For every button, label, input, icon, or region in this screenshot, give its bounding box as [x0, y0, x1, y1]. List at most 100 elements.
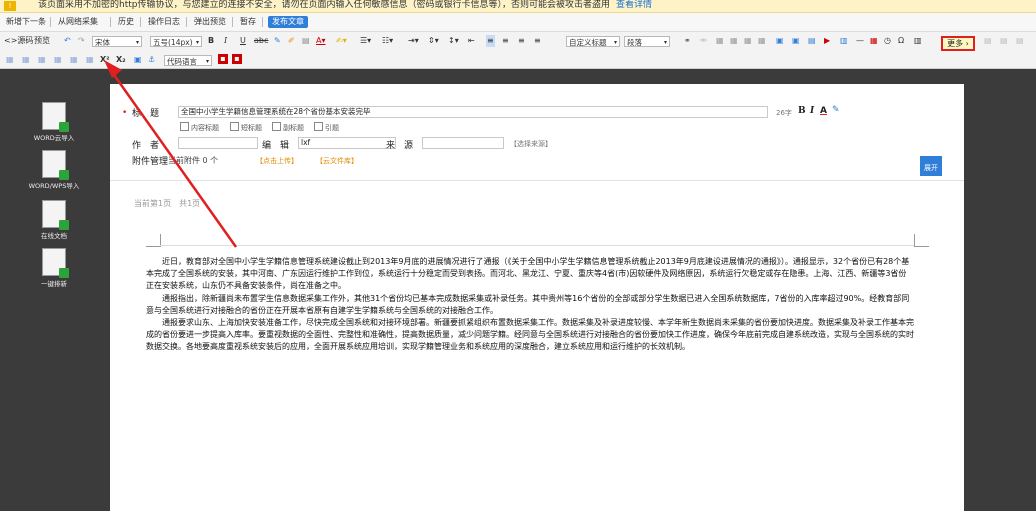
title-italic-icon[interactable]: I: [810, 106, 814, 116]
editor-content[interactable]: 近日，教育部对全国中小学生学籍信息管理系统建设截止到2013年9月底的进展情况进…: [146, 256, 914, 354]
bold-icon[interactable]: B: [208, 35, 214, 47]
unordered-list-icon[interactable]: ☷▾: [382, 35, 393, 47]
one-click-format-label: 一键排新: [41, 280, 67, 288]
brush-icon[interactable]: ✐: [288, 35, 295, 47]
table-insert-icon[interactable]: ▦: [86, 54, 94, 66]
ordered-list-icon[interactable]: ☰▾: [360, 35, 371, 47]
multi-image-icon[interactable]: ▣: [792, 35, 800, 47]
upload-link[interactable]: 【点击上传】: [256, 156, 298, 166]
link-icon[interactable]: ⚭: [684, 35, 691, 47]
outdent-icon[interactable]: ⇤: [468, 35, 475, 47]
extra-tool-icon[interactable]: ▤: [1016, 35, 1024, 47]
special-char-icon[interactable]: Ω: [898, 35, 904, 47]
font-color-icon[interactable]: A▾: [316, 35, 326, 47]
history-button[interactable]: 历史: [118, 16, 134, 28]
table-col-icon[interactable]: ▦: [744, 35, 752, 47]
line-height-icon[interactable]: ↕▾: [448, 35, 459, 47]
align-right-icon[interactable]: ≡: [518, 35, 525, 47]
source-input[interactable]: [422, 137, 504, 149]
editor-input[interactable]: lxf: [298, 137, 396, 149]
align-center-icon[interactable]: ≡: [502, 35, 509, 47]
title-style-icon[interactable]: ✎: [832, 105, 840, 115]
security-warning-bar: ! 该页面采用不加密的http传输协议，与您建立的连接不安全，请勿在页面内输入任…: [0, 0, 1036, 13]
word-cloud-import-label: WORD云导入: [33, 134, 75, 142]
page-corner-mark: [914, 234, 929, 247]
word-wps-import-button[interactable]: WORD/WPS导入: [24, 150, 84, 190]
collect-button[interactable]: 从网络采集: [58, 16, 98, 28]
unlink-icon[interactable]: ⚮: [700, 35, 707, 47]
table-insert-icon[interactable]: ▦: [70, 54, 78, 66]
extra-tool-icon[interactable]: ▤: [1000, 35, 1008, 47]
custom-title-select[interactable]: 自定义标题 ▾: [566, 36, 620, 47]
superscript-icon[interactable]: X²: [100, 54, 110, 66]
short-title-option: 短标题: [241, 124, 262, 132]
time-icon[interactable]: ◷: [884, 35, 891, 47]
required-marker: •: [122, 108, 128, 118]
align-left-icon[interactable]: ≡: [486, 35, 495, 47]
subtitle-checkbox[interactable]: 副标题: [272, 122, 304, 133]
content-title-checkbox[interactable]: 内容标题: [180, 122, 219, 133]
font-size-select[interactable]: 五号(14px) ▾: [150, 36, 202, 47]
online-doc-button[interactable]: 在线文档: [24, 200, 84, 240]
chevron-down-icon: ▾: [663, 39, 667, 46]
select-source-link[interactable]: 【选择来源】: [510, 139, 552, 149]
anchor-icon[interactable]: ⚓: [148, 54, 155, 66]
strikethrough-icon[interactable]: abc: [254, 35, 268, 47]
page-indicator: 当前第1页 共1页: [134, 199, 201, 208]
red-tool-icon[interactable]: ▪: [218, 54, 228, 64]
editor-label: 编 辑: [262, 141, 290, 151]
log-button[interactable]: 操作日志: [148, 16, 180, 28]
word-cloud-import-button[interactable]: WORD云导入: [24, 102, 84, 142]
clear-format-icon[interactable]: ▤: [302, 35, 310, 47]
view-details-link[interactable]: 查看详情: [616, 0, 652, 10]
table-insert-icon[interactable]: ▦: [54, 54, 62, 66]
save-draft-button[interactable]: 暂存: [240, 16, 256, 28]
preview-button[interactable]: 预览: [34, 35, 50, 47]
popup-preview-button[interactable]: 弹出预览: [194, 16, 226, 28]
title-color-icon[interactable]: A: [820, 106, 827, 116]
spacing-icon[interactable]: ⇕▾: [428, 35, 439, 47]
redo-icon[interactable]: ↷: [78, 35, 85, 47]
subscript-icon[interactable]: X₂: [116, 54, 126, 66]
lead-title-checkbox[interactable]: 引题: [314, 122, 339, 133]
table-insert-icon[interactable]: ▦: [22, 54, 30, 66]
title-bold-icon[interactable]: B: [798, 106, 806, 116]
chevron-down-icon: ▾: [195, 39, 199, 46]
attachment-icon[interactable]: ▤: [808, 35, 816, 47]
highlight-icon[interactable]: ✍▾: [336, 35, 347, 47]
horizontal-rule-icon[interactable]: —: [856, 35, 864, 47]
one-click-format-button[interactable]: 一键排新: [24, 248, 84, 288]
italic-icon[interactable]: I: [224, 35, 227, 47]
extra-tool-icon[interactable]: ▤: [984, 35, 992, 47]
image-icon[interactable]: ▣: [776, 35, 784, 47]
video-icon[interactable]: ▶: [824, 35, 830, 47]
align-justify-icon[interactable]: ≡: [534, 35, 541, 47]
paragraph-select[interactable]: 段落 ▾: [624, 36, 670, 47]
table-merge-icon[interactable]: ▦: [758, 35, 766, 47]
table-icon[interactable]: ▦: [716, 35, 724, 47]
table-insert-icon[interactable]: ▦: [6, 54, 14, 66]
page-corner-mark: [146, 234, 161, 247]
red-tool-icon[interactable]: ▪: [232, 54, 242, 64]
publish-button[interactable]: 发布文章: [268, 16, 308, 28]
expand-button[interactable]: 展开: [920, 156, 942, 176]
font-family-select[interactable]: 宋体 ▾: [92, 36, 142, 47]
embed-icon[interactable]: ▥: [840, 35, 848, 47]
indent-icon[interactable]: ⇥▾: [408, 35, 419, 47]
fullscreen-icon[interactable]: ▥: [914, 35, 922, 47]
format-painter-icon[interactable]: ✎: [274, 35, 281, 47]
author-input[interactable]: [178, 137, 258, 149]
title-input[interactable]: 全国中小学生学籍信息管理系统在28个省份基本安装完毕: [178, 106, 768, 118]
date-icon[interactable]: ▦: [870, 35, 878, 47]
new-next-button[interactable]: 新增下一条: [6, 16, 46, 28]
underline-icon[interactable]: U: [240, 35, 246, 47]
undo-icon[interactable]: ↶: [64, 35, 71, 47]
table-insert-icon[interactable]: ▦: [38, 54, 46, 66]
cloud-library-link[interactable]: 【云文件库】: [316, 156, 358, 166]
table-row-icon[interactable]: ▦: [730, 35, 738, 47]
source-button[interactable]: <>源码: [4, 35, 33, 47]
more-button[interactable]: 更多 ›: [941, 36, 975, 51]
short-title-checkbox[interactable]: 短标题: [230, 122, 262, 133]
code-language-select[interactable]: 代码语言 ▾: [164, 55, 212, 66]
template-icon[interactable]: ▣: [134, 54, 142, 66]
